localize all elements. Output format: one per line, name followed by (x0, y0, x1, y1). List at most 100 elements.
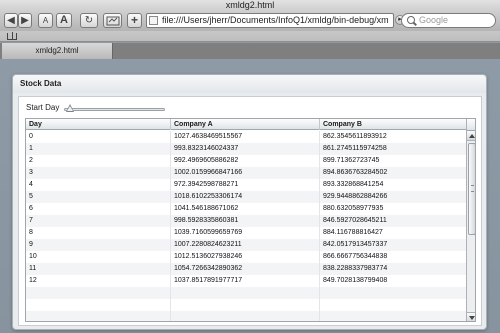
table-row[interactable]: 0 1027.4638469515567 862.3545611893912 (26, 131, 466, 143)
url-text[interactable]: file:///Users/jherr/Documents/InfoQ1/xml… (162, 14, 390, 27)
search-placeholder: Google (419, 15, 449, 25)
tab-xmldg2[interactable]: xmldg2.html (2, 43, 113, 59)
cell-day: 8 (26, 227, 171, 239)
cell-day: 12 (26, 275, 171, 287)
table-row[interactable]: 7 998.5928335860381 846.5927028645211 (26, 215, 466, 227)
column-header-day[interactable]: Day (26, 119, 171, 130)
table-row[interactable] (26, 287, 466, 299)
cell-day: 2 (26, 155, 171, 167)
stock-data-panel: Stock Data Start Day Day Company A Compa… (12, 74, 487, 330)
cell-company-a: 1027.4638469515567 (171, 131, 320, 143)
bookmarks-book-icon[interactable] (7, 32, 17, 40)
cell-company-b (320, 287, 466, 299)
grid-vertical-scrollbar[interactable] (466, 119, 475, 321)
start-day-slider-track[interactable] (64, 108, 165, 111)
table-row[interactable]: 9 1007.2280824623211 842.0517913457337 (26, 239, 466, 251)
cell-company-a: 1018.6102253306174 (171, 191, 320, 203)
forward-button[interactable]: ▶ (18, 13, 32, 28)
cell-day: 6 (26, 203, 171, 215)
column-header-company-b[interactable]: Company B (320, 119, 466, 130)
cell-company-a: 1012.5136027938246 (171, 251, 320, 263)
cell-company-a: 992.4969605886282 (171, 155, 320, 167)
cell-company-b: 893.332868841254 (323, 181, 384, 188)
cell-company-b: 861.2745115974258 (323, 145, 387, 152)
text-larger-button[interactable]: A (56, 13, 72, 28)
cell-day: 11 (26, 263, 171, 275)
cell-day (26, 299, 171, 311)
cell-company-a: 1041.546188671062 (171, 203, 320, 215)
cell-company-b: 842.0517913457337 (323, 241, 388, 248)
cell-day: 4 (26, 179, 171, 191)
grid-header: Day Company A Company B (26, 119, 466, 130)
scrollbar-header-corner (467, 119, 475, 131)
cell-day: 0 (26, 131, 171, 143)
cell-company-b: 838.2288337983774 (323, 265, 388, 272)
table-row[interactable]: 4 972.3942598788271 893.332868841254 (26, 179, 466, 191)
panel-header: Stock Data (13, 75, 486, 93)
snapback-button[interactable] (103, 13, 122, 28)
cell-company-a: 993.8323146024337 (171, 143, 320, 155)
cell-day: 1 (26, 143, 171, 155)
cell-company-a: 972.3942598788271 (171, 179, 320, 191)
snapback-icon (106, 16, 119, 26)
cell-day (26, 287, 171, 299)
tab-strip: xmldg2.html (0, 43, 500, 59)
cell-company-b: 849.7028138799408 (323, 277, 388, 284)
table-row[interactable]: 8 1039.7160599659769 884.116788816427 (26, 227, 466, 239)
table-row[interactable] (26, 299, 466, 311)
add-bookmark-button[interactable]: + (127, 13, 142, 28)
cell-company-b: 846.5927028645211 (323, 217, 387, 224)
table-row[interactable]: 2 992.4969605886282 899.71362723745 (26, 155, 466, 167)
table-row[interactable]: 10 1012.5136027938246 866.6667756344838 (26, 251, 466, 263)
cell-company-a (171, 299, 320, 311)
cell-company-b: 899.71362723745 (323, 157, 380, 164)
cell-day: 7 (26, 215, 171, 227)
cell-company-b (320, 311, 466, 321)
cell-day: 5 (26, 191, 171, 203)
table-row[interactable]: 11 1054.7266342890362 838.2288337983774 (26, 263, 466, 275)
back-button[interactable]: ◀ (4, 13, 18, 28)
start-day-label: Start Day (26, 103, 60, 112)
table-row[interactable]: 12 1037.8517891977717 849.7028138799408 (26, 275, 466, 287)
table-row[interactable] (26, 311, 466, 321)
search-field[interactable]: Google (401, 13, 496, 28)
window-title: xmldg2.html (0, 0, 500, 11)
reload-button[interactable]: ↻ (80, 13, 98, 28)
address-bar[interactable]: file:///Users/jherr/Documents/InfoQ1/xml… (146, 13, 394, 28)
cell-company-a: 1039.7160599659769 (171, 227, 320, 239)
table-row[interactable]: 1 993.8323146024337 861.2745115974258 (26, 143, 466, 155)
panel-body: Start Day Day Company A Company B 0 1027.… (18, 96, 482, 326)
cell-company-b: 894.8636763284502 (323, 169, 388, 176)
cell-company-b: 929.9448862884266 (323, 193, 388, 200)
cell-company-b: 884.116788816427 (323, 229, 383, 236)
web-content: Stock Data Start Day Day Company A Compa… (0, 59, 500, 333)
cell-company-a: 1054.7266342890362 (171, 263, 320, 275)
stock-data-grid: Day Company A Company B 0 1027.4638469515… (25, 118, 476, 322)
cell-company-a: 1002.0159966847166 (171, 167, 320, 179)
cell-company-a: 998.5928335860381 (171, 215, 320, 227)
cell-company-b (320, 299, 466, 311)
panel-title: Stock Data (20, 79, 62, 88)
cell-day: 9 (26, 239, 171, 251)
scrollbar-thumb[interactable] (468, 143, 475, 235)
bookmarks-bar (0, 31, 500, 42)
cell-day: 10 (26, 251, 171, 263)
cell-company-a: 1007.2280824623211 (171, 239, 320, 251)
text-smaller-button[interactable]: A (38, 13, 53, 28)
grid-rows: 0 1027.4638469515567 862.3545611893912 1 99… (26, 131, 466, 321)
cell-day (26, 311, 171, 321)
search-icon (407, 16, 415, 24)
cell-company-a (171, 287, 320, 299)
scroll-down-arrow-icon[interactable] (467, 312, 475, 321)
table-row[interactable]: 3 1002.0159966847166 894.8636763284502 (26, 167, 466, 179)
table-row[interactable]: 5 1018.6102253306174 929.9448862884266 (26, 191, 466, 203)
table-row[interactable]: 6 1041.546188671062 880.632058977935 (26, 203, 466, 215)
browser-toolbar: ◀ ▶ A A ↻ + file:///Users/jherr/Document… (0, 11, 500, 31)
start-day-slider-thumb[interactable] (66, 104, 74, 112)
column-header-company-a[interactable]: Company A (171, 119, 320, 130)
cell-day: 3 (26, 167, 171, 179)
scroll-up-arrow-icon[interactable] (467, 131, 475, 141)
cell-company-b: 880.632058977935 (323, 205, 384, 212)
cell-company-a (171, 311, 320, 321)
cell-company-b: 862.3545611893912 (323, 133, 387, 140)
